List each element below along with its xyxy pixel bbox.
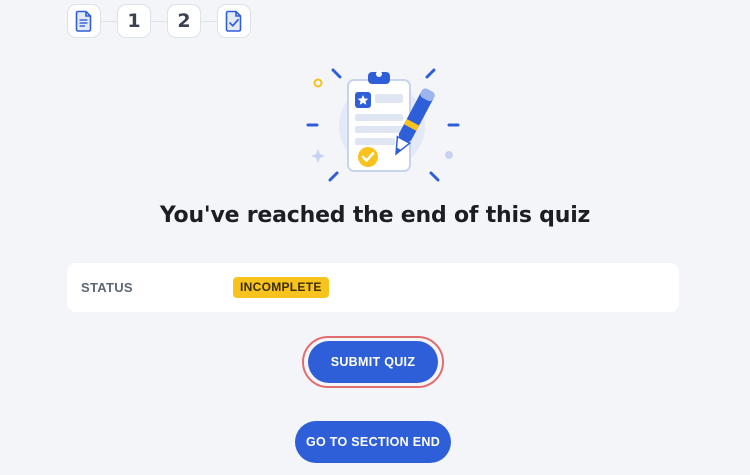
document-icon: [75, 10, 92, 32]
step-connector: [201, 20, 217, 22]
step-number: 1: [127, 10, 141, 32]
step-1[interactable]: 1: [117, 4, 151, 38]
status-card: STATUS INCOMPLETE: [67, 263, 679, 312]
status-badge: INCOMPLETE: [233, 277, 329, 298]
clipboard-checklist-icon: [306, 68, 460, 182]
step-2[interactable]: 2: [167, 4, 201, 38]
step-intro[interactable]: [67, 4, 101, 38]
page-title: You've reached the end of this quiz: [159, 203, 591, 228]
status-label: STATUS: [81, 280, 133, 295]
submit-quiz-button[interactable]: SUBMIT QUIZ: [308, 341, 438, 383]
step-number: 2: [177, 10, 191, 32]
step-quiz-end[interactable]: [217, 4, 251, 38]
step-connector: [151, 20, 167, 22]
go-to-section-end-button[interactable]: GO TO SECTION END: [295, 421, 451, 463]
quiz-stepper: 1 2: [67, 4, 251, 38]
checklist-icon: [225, 10, 242, 32]
step-connector: [101, 20, 117, 22]
